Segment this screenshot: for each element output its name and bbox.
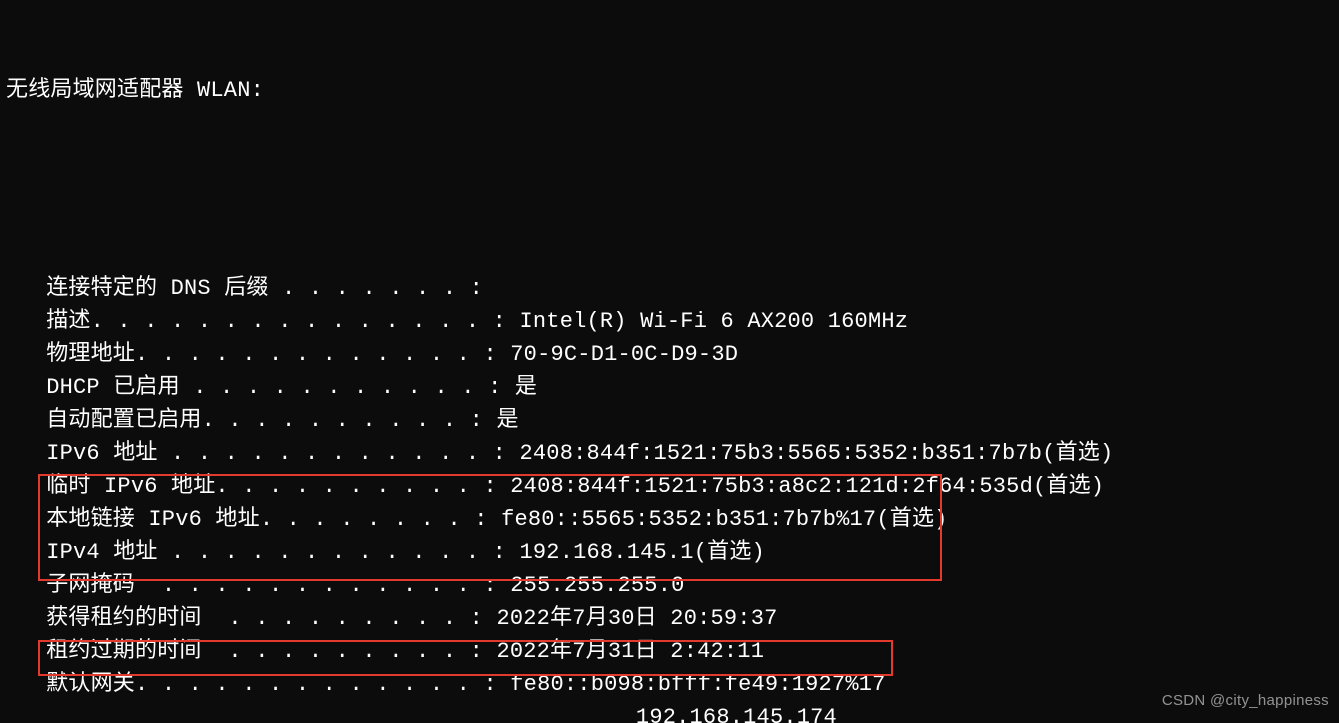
dots-separator: . . . . . . . . . : xyxy=(202,606,497,631)
config-label xyxy=(6,705,46,723)
config-value: 70-9C-D1-0C-D9-3D xyxy=(510,342,738,367)
config-value: 2022年7月30日 20:59:37 xyxy=(496,606,777,631)
config-label: 租约过期的时间 xyxy=(6,639,202,664)
config-row: DHCP 已启用 . . . . . . . . . . . : 是 xyxy=(6,371,1333,404)
config-value: 192.168.145.174 xyxy=(636,705,837,723)
config-value: fe80::5565:5352:b351:7b7b%17(首选) xyxy=(501,507,947,532)
dots-separator: . . . . . . . . . . . . . : xyxy=(135,672,510,697)
config-label: 连接特定的 DNS 后缀 xyxy=(6,276,269,301)
config-value: 255.255.255.0 xyxy=(510,573,684,598)
config-label: 默认网关 xyxy=(6,672,135,697)
dots-separator: . . . . . . . . . . . . : xyxy=(158,540,520,565)
config-value: Intel(R) Wi-Fi 6 AX200 160MHz xyxy=(519,309,908,334)
watermark: CSDN @city_happiness xyxy=(1162,684,1329,717)
config-row: 默认网关. . . . . . . . . . . . . : fe80::b0… xyxy=(6,668,1333,701)
dots-separator: . . . . . . . . . : xyxy=(202,639,497,664)
config-row: 自动配置已启用. . . . . . . . . . : 是 xyxy=(6,404,1333,437)
dots-separator: . . . . . . . . : xyxy=(260,507,501,532)
dots-separator: . . . . . . . . . . : xyxy=(202,408,497,433)
config-label: 自动配置已启用 xyxy=(6,408,202,433)
adapter-header: 无线局域网适配器 WLAN: xyxy=(6,74,1333,107)
config-value: 是 xyxy=(496,408,518,433)
config-row: IPv6 地址 . . . . . . . . . . . . : 2408:8… xyxy=(6,437,1333,470)
dots-separator: . . . . . . . . . . . . . : xyxy=(135,342,510,367)
config-row: 192.168.145.174 xyxy=(6,701,1333,723)
config-label: 描述 xyxy=(6,309,91,334)
dots-separator: . . . . . . . . . . . . . . . : xyxy=(91,309,520,334)
config-value: 2408:844f:1521:75b3:a8c2:121d:2f64:535d(… xyxy=(510,474,1104,499)
dots-separator: . . . . . . . . . . . : xyxy=(180,375,515,400)
config-label: IPv6 地址 xyxy=(6,441,158,466)
config-value: fe80::b098:bfff:fe49:1927%17 xyxy=(510,672,885,697)
config-row: 获得租约的时间 . . . . . . . . . : 2022年7月30日 2… xyxy=(6,602,1333,635)
config-row: IPv4 地址 . . . . . . . . . . . . : 192.16… xyxy=(6,536,1333,569)
dots-separator: . . . . . . . . . . . . : xyxy=(158,441,520,466)
dots-separator xyxy=(46,705,636,723)
config-row: 连接特定的 DNS 后缀 . . . . . . . : xyxy=(6,272,1333,305)
config-row: 租约过期的时间 . . . . . . . . . : 2022年7月31日 2… xyxy=(6,635,1333,668)
config-row: 子网掩码 . . . . . . . . . . . . : 255.255.2… xyxy=(6,569,1333,602)
config-row: 物理地址. . . . . . . . . . . . . : 70-9C-D1… xyxy=(6,338,1333,371)
blank-line xyxy=(6,173,1333,206)
terminal-output: 无线局域网适配器 WLAN: 连接特定的 DNS 后缀 . . . . . . … xyxy=(0,0,1339,723)
config-label: DHCP 已启用 xyxy=(6,375,180,400)
config-label: 临时 IPv6 地址 xyxy=(6,474,215,499)
config-label: IPv4 地址 xyxy=(6,540,158,565)
config-row: 描述. . . . . . . . . . . . . . . : Intel(… xyxy=(6,305,1333,338)
config-value: 2022年7月31日 2:42:11 xyxy=(496,639,764,664)
dots-separator: . . . . . . . : xyxy=(269,276,497,301)
config-value: 2408:844f:1521:75b3:5565:5352:b351:7b7b(… xyxy=(519,441,1113,466)
config-row: 临时 IPv6 地址. . . . . . . . . . : 2408:844… xyxy=(6,470,1333,503)
config-label: 物理地址 xyxy=(6,342,135,367)
config-value: 是 xyxy=(515,375,537,400)
config-label: 本地链接 IPv6 地址 xyxy=(6,507,260,532)
dots-separator: . . . . . . . . . . . . : xyxy=(135,573,510,598)
config-row: 本地链接 IPv6 地址. . . . . . . . : fe80::5565… xyxy=(6,503,1333,536)
dots-separator: . . . . . . . . . . : xyxy=(215,474,510,499)
config-label: 子网掩码 xyxy=(6,573,135,598)
config-value: 192.168.145.1(首选) xyxy=(519,540,764,565)
config-label: 获得租约的时间 xyxy=(6,606,202,631)
